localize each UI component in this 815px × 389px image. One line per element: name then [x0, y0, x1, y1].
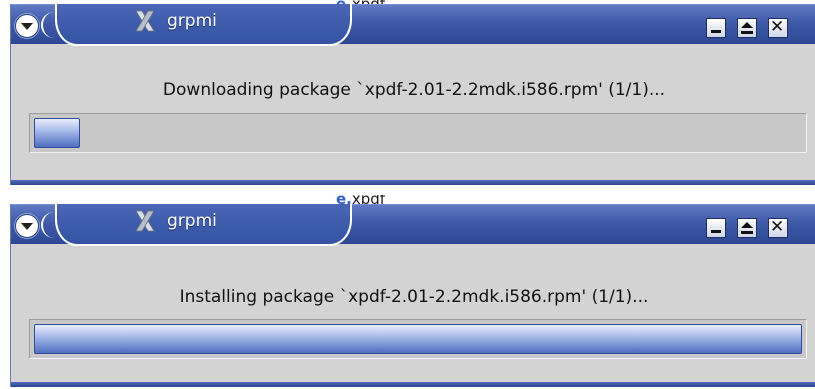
- progress-bar-fill: [34, 118, 81, 148]
- titlebar[interactable]: grpmi ✕: [11, 204, 815, 246]
- title-tab[interactable]: grpmi: [41, 204, 352, 246]
- minimize-button[interactable]: [706, 18, 726, 38]
- status-text: Installing package `xpdf-2.01-2.2mdk.i58…: [179, 287, 649, 307]
- x-app-icon: [135, 10, 155, 32]
- status-text: Downloading package `xpdf-2.01-2.2mdk.i5…: [162, 80, 666, 100]
- window-menu-button[interactable]: [15, 14, 39, 38]
- window-title: grpmi: [167, 11, 217, 31]
- close-icon: ✕: [770, 217, 785, 237]
- progress-bar: [29, 319, 807, 359]
- titlebar[interactable]: grpmi ✕: [11, 4, 815, 46]
- maximize-button[interactable]: [737, 218, 757, 238]
- maximize-button[interactable]: [737, 18, 757, 38]
- window-title: grpmi: [167, 211, 217, 231]
- window-bottom-border: [11, 382, 815, 387]
- window-bottom-border: [11, 180, 815, 185]
- x-app-icon: [135, 210, 155, 232]
- close-button[interactable]: ✕: [768, 217, 788, 238]
- progress-bar: [29, 113, 807, 153]
- progress-window-installing: grpmi ✕ Installing package `xpdf-2.01-2.…: [10, 204, 815, 387]
- close-button[interactable]: ✕: [768, 17, 788, 38]
- title-tab[interactable]: grpmi: [41, 4, 352, 46]
- close-icon: ✕: [770, 17, 785, 37]
- window-menu-button[interactable]: [15, 214, 39, 238]
- progress-window-downloading: grpmi ✕ Downloading package `xpdf-2.01-2…: [10, 4, 815, 185]
- background-window-title-peek: e.xpdf: [336, 195, 386, 204]
- minimize-button[interactable]: [706, 218, 726, 238]
- progress-bar-fill: [34, 324, 802, 354]
